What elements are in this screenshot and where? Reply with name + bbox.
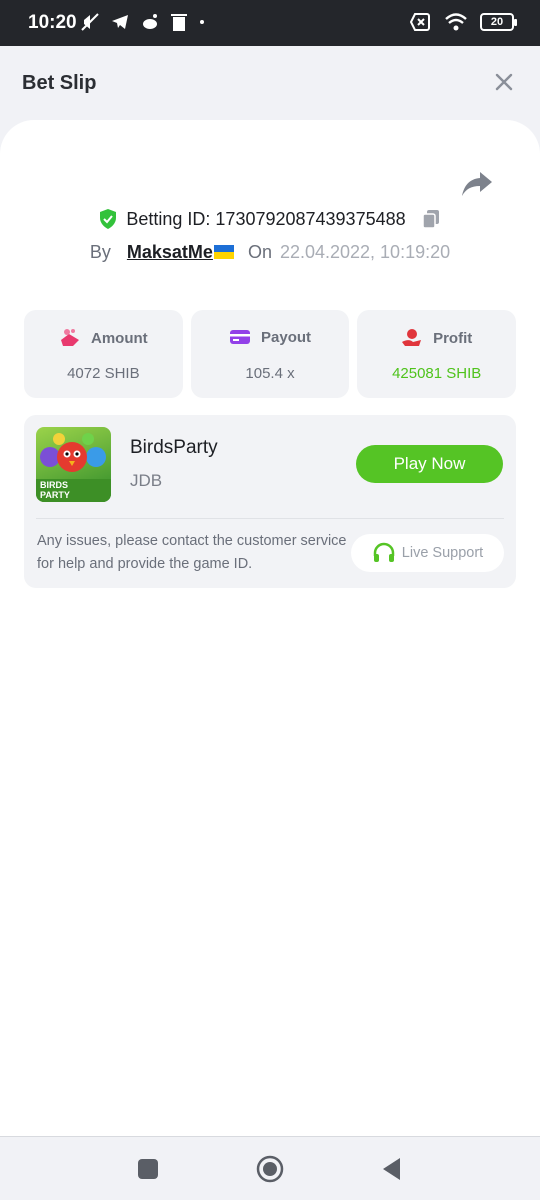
dot-icon <box>200 20 204 24</box>
amount-value: 4072 SHIB <box>67 365 140 382</box>
copy-icon[interactable] <box>420 208 442 230</box>
bet-date: 22.04.2022, 10:19:20 <box>279 242 451 262</box>
ukraine-flag-icon <box>213 245 234 259</box>
header: Bet Slip <box>0 46 540 120</box>
game-name: BirdsParty <box>130 437 218 458</box>
no-sim-icon <box>410 13 430 31</box>
payout-stat: Payout 105.4 x <box>190 310 350 398</box>
user-link[interactable]: MaksatMe <box>127 242 234 263</box>
battery-level: 20 <box>490 16 504 28</box>
back-icon[interactable] <box>378 1155 406 1183</box>
amount-stat: Amount 4072 SHIB <box>24 310 183 398</box>
system-nav-bar <box>0 1136 540 1200</box>
support-message: Any issues, please contact the customer … <box>37 533 347 572</box>
headset-icon <box>373 542 395 562</box>
live-support-label[interactable]: Live Support <box>402 545 483 561</box>
on-label: On <box>247 242 272 262</box>
status-time: 10:20 <box>28 12 77 33</box>
trash-icon <box>171 14 187 31</box>
by-label: By <box>89 242 111 262</box>
profit-stat: Profit 425081 SHIB <box>357 310 517 398</box>
game-provider: JDB <box>130 471 163 490</box>
bet-slip-card: Betting ID: 1730792087439375488 By Maksa… <box>0 120 540 1136</box>
home-icon[interactable] <box>256 1155 284 1183</box>
betting-id-row: Betting ID: 1730792087439375488 <box>0 208 540 230</box>
username[interactable]: MaksatMe <box>127 242 213 262</box>
telegram-icon <box>112 15 128 29</box>
battery-icon: 20 <box>480 13 517 31</box>
amount-label: Amount <box>91 329 148 347</box>
recents-icon[interactable] <box>134 1155 162 1183</box>
mute-icon <box>81 13 99 31</box>
status-bar: 10:20 20 <box>0 0 540 46</box>
page-title: Bet Slip <box>22 72 97 94</box>
game-card: BIRDS PARTY BirdsParty JDB Play Now Any … <box>24 415 516 588</box>
reddit-icon <box>143 14 157 29</box>
shield-check-icon <box>100 209 117 229</box>
game-thumbnail[interactable]: BIRDS PARTY <box>36 427 111 502</box>
byline: By MaksatMe On 22.04.2022, 10:19:20 <box>0 242 540 263</box>
thumb-text: BIRDS PARTY <box>40 480 70 500</box>
play-now-button[interactable]: Play Now <box>356 445 503 483</box>
stats-row: Amount 4072 SHIB Payout 105.4 x Profit 4… <box>24 310 517 398</box>
payout-label: Payout <box>261 328 312 346</box>
close-icon[interactable] <box>490 68 518 96</box>
profit-value: 425081 SHIB <box>392 365 482 382</box>
coins-hand-icon <box>61 329 79 346</box>
share-icon[interactable] <box>460 168 494 200</box>
live-support-button[interactable]: Live Support <box>351 534 504 572</box>
wifi-icon <box>445 13 467 31</box>
divider <box>36 518 504 519</box>
profit-label: Profit <box>433 329 473 347</box>
card-icon <box>230 330 250 344</box>
betting-id: Betting ID: 1730792087439375488 <box>126 208 406 229</box>
payout-value: 105.4 x <box>245 365 295 382</box>
hand-money-icon <box>402 329 422 346</box>
